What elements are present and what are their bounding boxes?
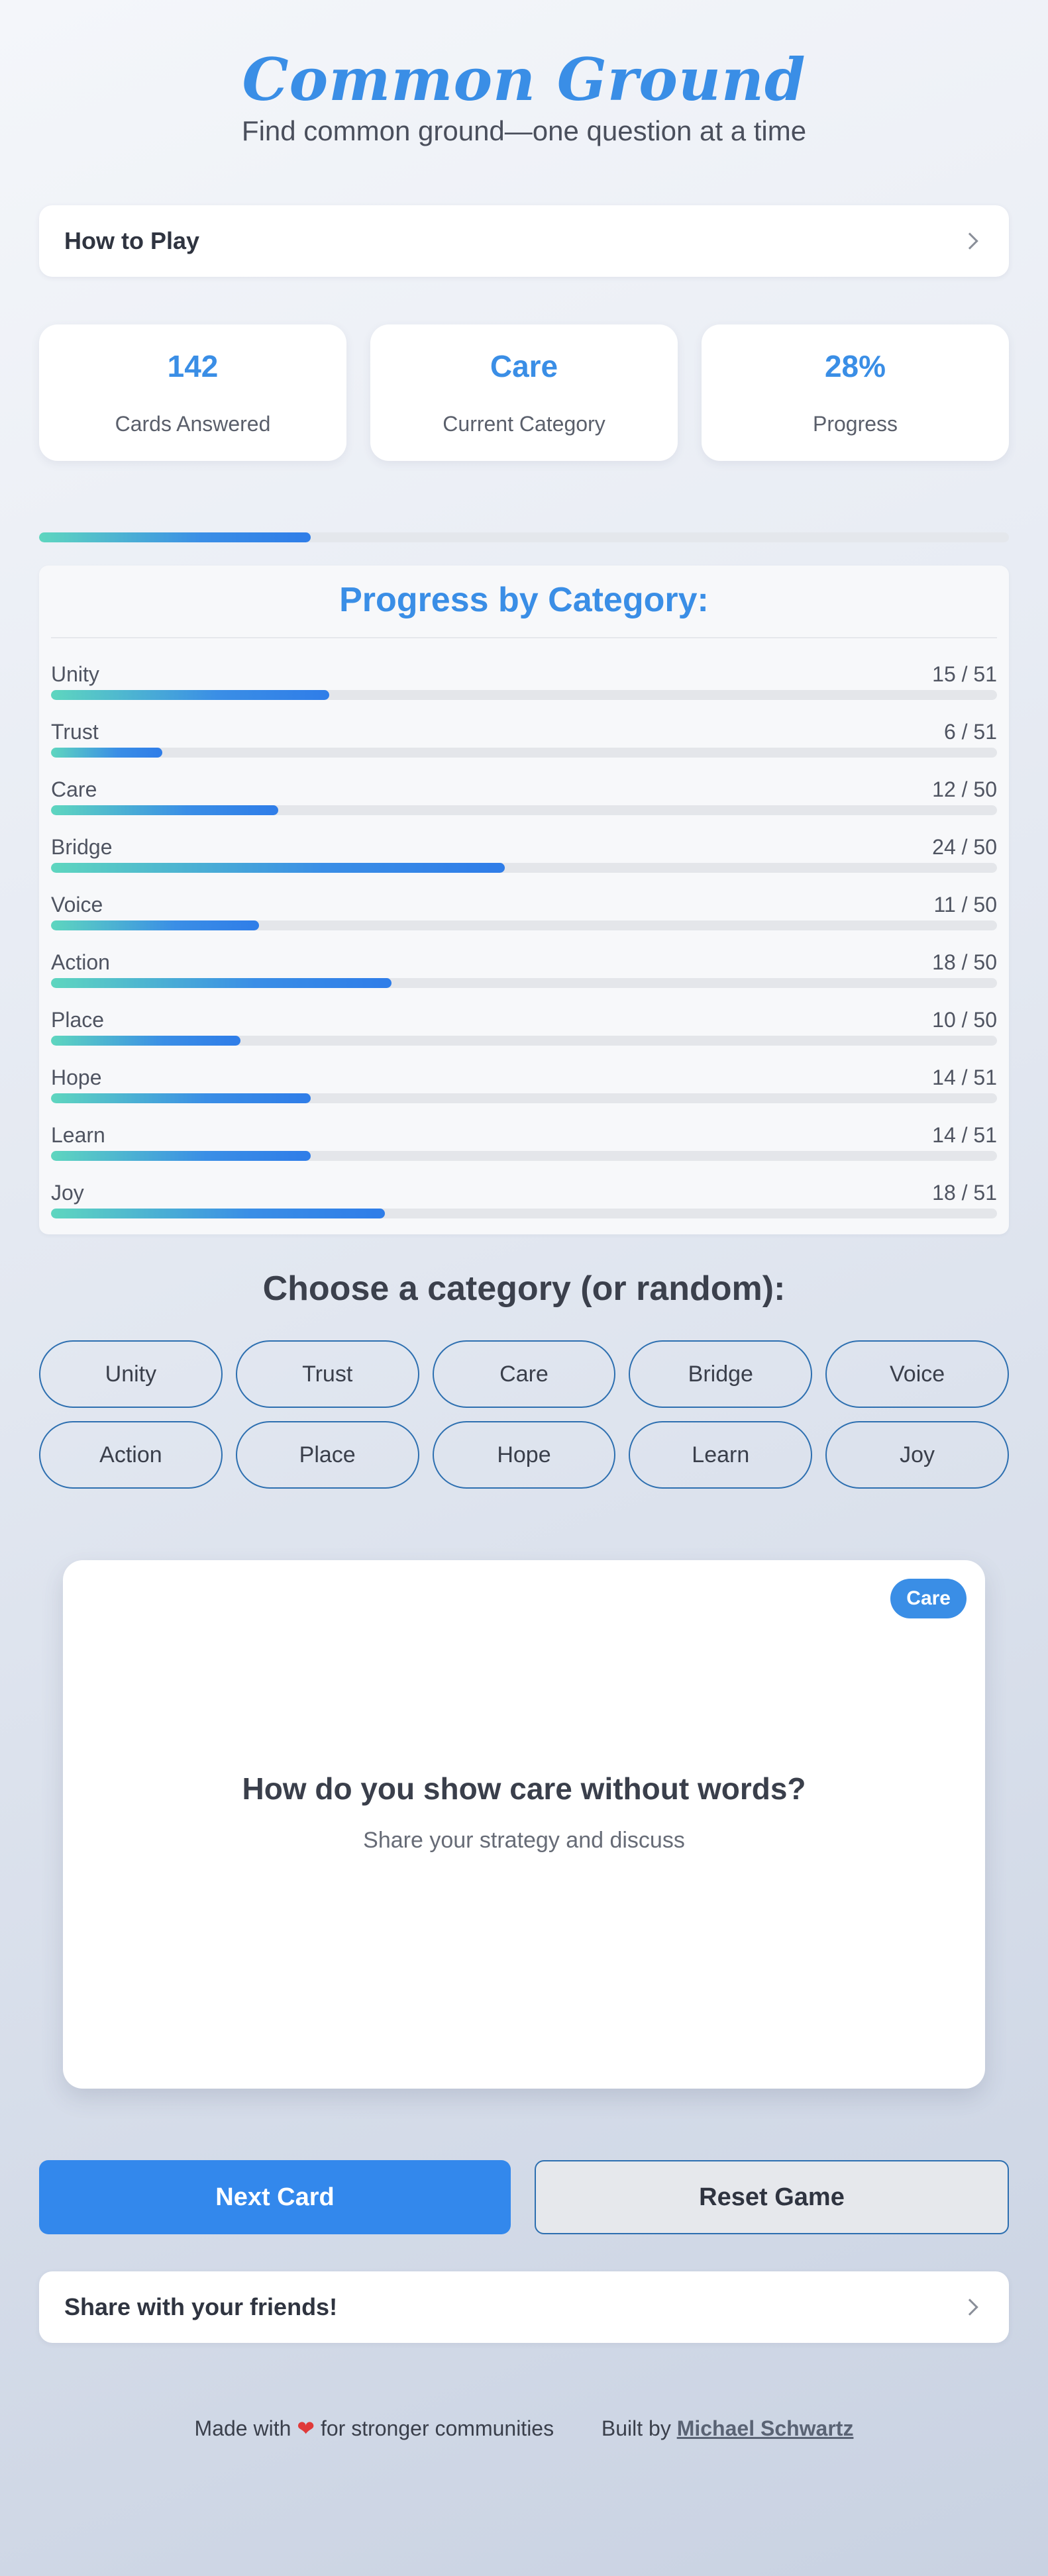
category-pill-hope[interactable]: Hope [432,1421,616,1489]
category-progress-row: Voice 11 / 50 [51,869,997,930]
category-progress-header: Action 18 / 50 [51,950,997,974]
category-name: Place [51,1008,105,1032]
footer-built-by: Built by [601,2416,671,2440]
category-pill-voice[interactable]: Voice [825,1340,1009,1408]
category-pill-place[interactable]: Place [235,1421,419,1489]
heart-icon: ❤ [297,2416,315,2440]
category-progress-row: Place 10 / 50 [51,984,997,1046]
category-progress-header: Place 10 / 50 [51,1008,997,1032]
category-progress-fill [51,1209,385,1218]
question-prompt: Share your strategy and discuss [363,1828,685,1853]
action-buttons: Next Card Reset Game [39,2160,1009,2234]
category-count: 15 / 51 [932,662,997,686]
app-title: Common Ground [242,45,806,114]
overall-progress-bar [39,532,1009,542]
category-count: 10 / 50 [932,1008,997,1032]
category-count: 14 / 51 [932,1123,997,1147]
question-text: How do you show care without words? [242,1771,806,1806]
stat-value: 142 [167,349,219,383]
category-progress-row: Care 12 / 50 [51,754,997,815]
category-progress-header: Hope 14 / 51 [51,1065,997,1089]
category-badge: Care [890,1579,967,1618]
stat-caption: Current Category [443,412,605,436]
category-name: Hope [51,1065,102,1089]
app-container: Common Ground Find common ground—one que… [39,0,1009,2441]
category-name: Voice [51,893,103,916]
author-link[interactable]: Michael Schwartz [677,2416,854,2440]
category-count: 6 / 51 [943,720,997,744]
category-count: 18 / 51 [932,1181,997,1205]
category-name: Trust [51,720,99,744]
stat-current-category: Care Current Category [370,324,678,461]
stat-cards-answered: 142 Cards Answered [39,324,346,461]
category-progress-header: Care 12 / 50 [51,777,997,801]
share-label: Share with your friends! [64,2293,338,2320]
category-progress-header: Trust 6 / 51 [51,720,997,744]
category-name: Care [51,777,97,801]
category-progress-row: Joy 18 / 51 [51,1157,997,1218]
category-progress-row: Bridge 24 / 50 [51,811,997,873]
stats-row: 142 Cards Answered Care Current Category… [39,324,1009,461]
stat-value: Care [490,349,558,383]
stat-caption: Progress [812,412,898,436]
reset-game-button[interactable]: Reset Game [535,2160,1009,2234]
question-card: Care How do you show care without words?… [63,1560,985,2089]
overall-progress-fill [39,532,311,542]
category-name: Joy [51,1181,84,1205]
category-pill-action[interactable]: Action [39,1421,223,1489]
category-pill-joy[interactable]: Joy [825,1421,1009,1489]
category-progress-header: Joy 18 / 51 [51,1181,997,1205]
category-pill-unity[interactable]: Unity [39,1340,223,1408]
category-pill-care[interactable]: Care [432,1340,616,1408]
category-count: 11 / 50 [933,893,997,916]
category-pill-bridge[interactable]: Bridge [629,1340,813,1408]
stat-value: 28% [824,349,886,383]
category-progress-header: Bridge 24 / 50 [51,835,997,859]
category-name: Unity [51,662,99,686]
app-subtitle: Find common ground—one question at a tim… [241,115,807,146]
category-count: 14 / 51 [932,1065,997,1089]
category-progress-title: Progress by Category: [51,577,997,638]
chevron-right-icon [961,2299,978,2316]
category-progress-header: Voice 11 / 50 [51,893,997,916]
category-chooser-title: Choose a category (or random): [262,1269,786,1308]
category-progress-row: Trust 6 / 51 [51,696,997,758]
category-progress-row: Hope 14 / 51 [51,1042,997,1103]
category-progress-header: Unity 15 / 51 [51,662,997,686]
category-pill-learn[interactable]: Learn [629,1421,813,1489]
category-count: 24 / 50 [932,835,997,859]
category-progress-panel: Progress by Category: Unity 15 / 51 Trust 6… [39,566,1009,1234]
share-toggle[interactable]: Share with your friends! [39,2271,1009,2343]
category-progress-bar [51,1209,997,1218]
category-progress-row: Learn 14 / 51 [51,1099,997,1161]
footer: Made with ❤ for stronger communities Bui… [39,2416,1009,2441]
category-progress-row: Unity 15 / 51 [51,638,997,700]
stat-progress: 28% Progress [702,324,1009,461]
category-count: 12 / 50 [932,777,997,801]
category-pill-trust[interactable]: Trust [235,1340,419,1408]
category-name: Learn [51,1123,105,1147]
footer-made-with: Made with [194,2416,291,2440]
how-to-play-label: How to Play [64,227,200,254]
stat-caption: Cards Answered [115,412,271,436]
category-count: 18 / 50 [932,950,997,974]
next-card-button[interactable]: Next Card [39,2160,511,2234]
category-progress-header: Learn 14 / 51 [51,1123,997,1147]
category-name: Bridge [51,835,113,859]
chevron-right-icon [961,232,978,250]
category-progress-row: Action 18 / 50 [51,926,997,988]
how-to-play-toggle[interactable]: How to Play [39,205,1009,277]
category-pill-grid: Unity Trust Care Bridge Voice Action Place Hope… [39,1340,1009,1489]
category-name: Action [51,950,110,974]
footer-communities: for stronger communities [320,2416,554,2440]
